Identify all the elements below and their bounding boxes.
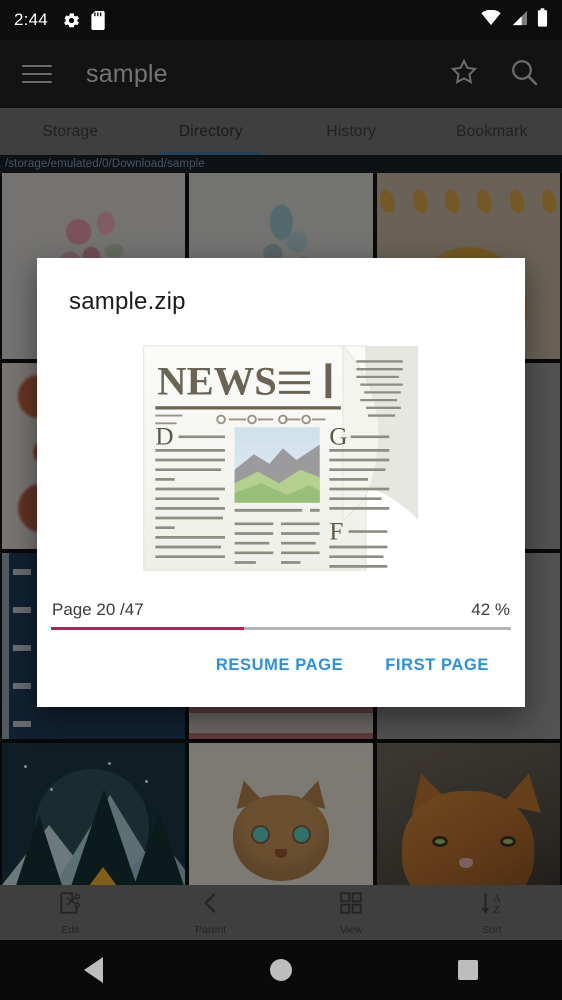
status-bar: 2:44 [0,0,562,40]
first-page-button[interactable]: FIRST PAGE [383,650,491,681]
nav-back-button[interactable] [54,940,134,1000]
nav-home-button[interactable] [241,940,321,1000]
svg-text:NEWS: NEWS [157,358,277,403]
svg-text:D: D [155,424,173,451]
android-nav-bar [0,940,562,1000]
dialog-actions: RESUME PAGE FIRST PAGE [37,638,525,707]
archive-resume-dialog: sample.zip NEWS D G F Page 20 /47 42 % R… [37,258,525,707]
home-circle-icon [269,959,292,981]
sd-card-icon [91,10,107,30]
dialog-thumbnail: NEWS D G F [37,324,525,598]
page-progress-label: Page 20 /47 [52,600,144,619]
page-progress-fill [51,627,245,630]
signal-icon [510,10,528,31]
dialog-title: sample.zip [69,288,186,315]
resume-page-button[interactable]: RESUME PAGE [214,650,345,681]
page-progress[interactable]: Page 20 /47 42 % [51,598,511,638]
svg-text:G: G [329,424,347,451]
nav-recents-button[interactable] [428,940,508,1000]
android-screen: 2:44 sample Storage Directory History Bo… [0,0,562,1000]
recents-square-icon [458,960,479,980]
page-progress-track[interactable] [51,627,511,630]
battery-icon [537,8,548,32]
status-time: 2:44 [14,10,48,29]
svg-text:F: F [329,518,343,545]
newspaper-icon: NEWS D G F [143,344,419,571]
back-triangle-icon [84,957,104,983]
page-progress-percent: 42 % [471,600,510,619]
wifi-icon [481,9,501,31]
gear-icon [62,11,81,30]
